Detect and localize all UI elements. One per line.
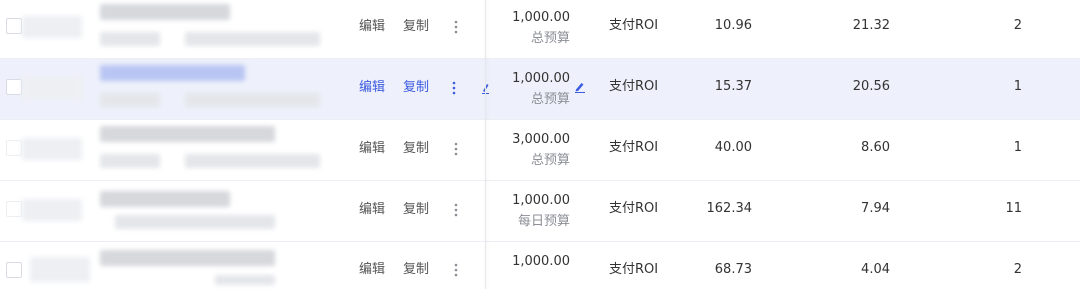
metric-secondary-value: 7.94 (861, 201, 890, 216)
redacted-campaign-name (100, 4, 230, 20)
row-checkbox[interactable] (6, 79, 22, 95)
metric-count: 2 (1013, 262, 1022, 277)
redacted-campaign-id (215, 275, 275, 285)
budget-cell: 1,000.00 总预算 (505, 68, 570, 110)
redacted-campaign-meta (185, 32, 320, 46)
redacted-thumbnail (22, 138, 82, 160)
metric-roi-value: 68.73 (714, 262, 752, 277)
budget-cell: 3,000.00 总预算 (505, 129, 570, 171)
redacted-campaign-id (100, 93, 160, 107)
row-checkbox[interactable] (6, 262, 22, 278)
edit-button[interactable]: 编辑 (359, 140, 385, 158)
budget-cell: 1,000.00 总预算 (505, 7, 570, 49)
metric-count: 11 (1005, 201, 1022, 216)
row-checkbox[interactable] (6, 140, 22, 156)
metric-roi-value: 15.37 (714, 79, 752, 94)
copy-button[interactable]: 复制 (403, 140, 429, 158)
copy-button[interactable]: 复制 (403, 79, 429, 97)
copy-button[interactable]: 复制 (403, 201, 429, 219)
redacted-thumbnail (22, 77, 82, 99)
optimization-target: 支付ROI (609, 79, 659, 94)
edit-button[interactable]: 编辑 (359, 79, 385, 97)
edit-button[interactable]: 编辑 (359, 201, 385, 219)
redacted-campaign-name (100, 191, 230, 207)
metric-secondary-value: 8.60 (861, 140, 890, 155)
budget-cell: 1,000.00 (505, 251, 570, 272)
redacted-campaign-name (100, 65, 245, 81)
redacted-thumbnail (22, 16, 82, 38)
metric-roi-value: 10.96 (714, 18, 752, 33)
row-checkbox[interactable] (6, 18, 22, 34)
optimization-target: 支付ROI (609, 140, 659, 155)
metric-count: 2 (1013, 18, 1022, 33)
more-vertical-icon[interactable] (451, 262, 461, 278)
row-checkbox[interactable] (6, 201, 22, 217)
edit-button[interactable]: 编辑 (359, 261, 385, 279)
budget-amount: 1,000.00 (512, 10, 570, 25)
metric-roi-value: 162.34 (706, 201, 753, 216)
more-vertical-icon[interactable] (451, 19, 461, 35)
redacted-campaign-id (100, 154, 160, 168)
table-row-selected[interactable]: 编辑 复制 1,000.00 总预算 支付ROI 15.37 20.56 1 (0, 59, 1080, 120)
budget-type: 总预算 (530, 92, 570, 107)
table-row[interactable]: 编辑 复制 1,000.00 每日预算 支付ROI 162.34 7.94 11 (0, 181, 1080, 242)
metric-secondary-value: 21.32 (852, 18, 890, 33)
metric-count: 1 (1013, 140, 1022, 155)
fixed-column-divider (485, 0, 486, 289)
budget-amount: 3,000.00 (512, 132, 570, 147)
copy-button[interactable]: 复制 (403, 261, 429, 279)
redacted-campaign-name (100, 126, 275, 142)
edit-button[interactable]: 编辑 (359, 18, 385, 36)
edit-budget-pencil-icon[interactable] (574, 81, 586, 93)
redacted-campaign-meta (185, 93, 320, 107)
metric-count: 1 (1013, 79, 1022, 94)
copy-button[interactable]: 复制 (403, 18, 429, 36)
metric-roi-value: 40.00 (714, 140, 752, 155)
budget-amount: 1,000.00 (512, 193, 570, 208)
budget-amount: 1,000.00 (512, 254, 570, 269)
redacted-campaign-id (100, 32, 160, 46)
optimization-target: 支付ROI (609, 201, 659, 216)
optimization-target: 支付ROI (609, 18, 659, 33)
more-vertical-icon[interactable] (449, 80, 459, 96)
table-row[interactable]: 编辑 复制 1,000.00 总预算 支付ROI 10.96 21.32 2 (0, 0, 1080, 59)
budget-amount: 1,000.00 (512, 71, 570, 86)
budget-type: 总预算 (530, 153, 570, 168)
redacted-thumbnail (30, 257, 90, 282)
table-row[interactable]: 编辑 复制 3,000.00 总预算 支付ROI 40.00 8.60 1 (0, 120, 1080, 181)
optimization-target: 支付ROI (609, 262, 659, 277)
more-vertical-icon[interactable] (451, 202, 461, 218)
redacted-campaign-name (100, 250, 275, 266)
budget-type: 总预算 (530, 31, 570, 46)
redacted-campaign-meta (185, 154, 320, 168)
redacted-thumbnail (22, 199, 82, 221)
budget-cell: 1,000.00 每日预算 (505, 190, 570, 232)
table-row[interactable]: 编辑 复制 1,000.00 支付ROI 68.73 4.04 2 (0, 242, 1080, 302)
campaign-table: 编辑 复制 1,000.00 总预算 支付ROI 10.96 21.32 2 编… (0, 0, 1080, 302)
metric-secondary-value: 4.04 (861, 262, 890, 277)
redacted-campaign-id (115, 215, 275, 229)
budget-type: 每日预算 (517, 214, 570, 229)
more-vertical-icon[interactable] (451, 141, 461, 157)
metric-secondary-value: 20.56 (852, 79, 890, 94)
